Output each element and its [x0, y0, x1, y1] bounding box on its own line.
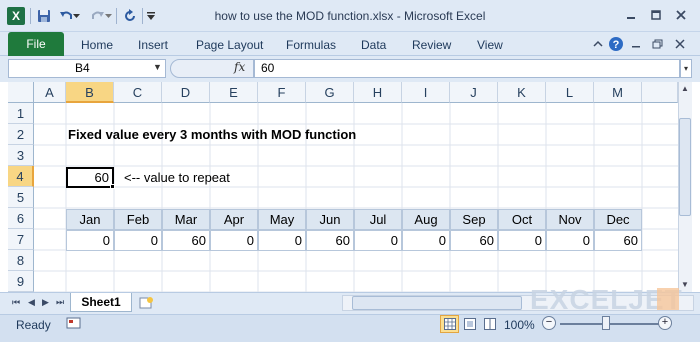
tab-page-layout[interactable]: Page Layout: [196, 38, 263, 52]
column-header-g[interactable]: G: [306, 82, 354, 103]
fill-handle[interactable]: [110, 184, 115, 189]
column-header-a[interactable]: A: [34, 82, 66, 103]
svg-text:?: ?: [613, 39, 620, 51]
select-all-corner[interactable]: [8, 82, 34, 103]
column-header-overflow[interactable]: [642, 82, 678, 103]
zoom-out-button[interactable]: −: [542, 316, 556, 330]
tab-data[interactable]: Data: [361, 38, 386, 52]
scroll-up-icon[interactable]: ▲: [679, 84, 691, 93]
name-box-dropdown-icon[interactable]: ▼: [153, 62, 163, 74]
next-sheet-icon[interactable]: ▶: [42, 297, 49, 308]
row-header-9[interactable]: 9: [8, 271, 34, 292]
page-break-view-icon[interactable]: [480, 315, 499, 333]
normal-view-icon[interactable]: [440, 315, 459, 333]
active-cell-b4[interactable]: 60: [66, 167, 114, 188]
horizontal-scroll-thumb[interactable]: [352, 296, 522, 310]
tab-file[interactable]: File: [8, 32, 64, 56]
value-cell-feb[interactable]: 0: [114, 230, 162, 251]
month-header-aug[interactable]: Aug: [402, 209, 450, 230]
exceljet-logo-icon: [657, 288, 679, 310]
zoom-slider-thumb[interactable]: [602, 316, 610, 330]
tab-insert[interactable]: Insert: [138, 38, 168, 52]
column-header-k[interactable]: K: [498, 82, 546, 103]
sheet-tab-sheet1[interactable]: Sheet1: [70, 293, 132, 312]
column-header-m[interactable]: M: [594, 82, 642, 103]
row-header-6[interactable]: 6: [8, 208, 34, 229]
row-header-7[interactable]: 7: [8, 229, 34, 250]
expand-formula-bar-icon[interactable]: ▾: [680, 59, 692, 78]
column-header-j[interactable]: J: [450, 82, 498, 103]
value-cell-mar[interactable]: 60: [162, 230, 210, 251]
minimize-icon[interactable]: [620, 6, 642, 24]
column-header-d[interactable]: D: [162, 82, 210, 103]
month-header-feb[interactable]: Feb: [114, 209, 162, 230]
column-header-c[interactable]: C: [114, 82, 162, 103]
last-sheet-icon[interactable]: ⏭: [56, 297, 64, 308]
first-sheet-icon[interactable]: ⏮: [12, 297, 20, 308]
status-ready: Ready: [16, 318, 51, 332]
name-box[interactable]: B4: [8, 59, 166, 78]
value-note: <-- value to repeat: [124, 170, 230, 185]
column-header-l[interactable]: L: [546, 82, 594, 103]
month-header-dec[interactable]: Dec: [594, 209, 642, 230]
value-cell-nov[interactable]: 0: [546, 230, 594, 251]
value-cell-apr[interactable]: 0: [210, 230, 258, 251]
tab-review[interactable]: Review: [412, 38, 451, 52]
column-header-b[interactable]: B: [66, 82, 114, 103]
row-header-5[interactable]: 5: [8, 187, 34, 208]
insert-function-icon[interactable]: fx: [234, 60, 245, 74]
page-layout-view-icon[interactable]: [460, 315, 479, 333]
zoom-slider[interactable]: [560, 323, 660, 325]
workbook-minimize-icon[interactable]: [628, 36, 644, 52]
macro-record-icon[interactable]: [66, 316, 82, 330]
month-header-may[interactable]: May: [258, 209, 306, 230]
column-header-f[interactable]: F: [258, 82, 306, 103]
row-header-8[interactable]: 8: [8, 250, 34, 271]
value-cell-may[interactable]: 0: [258, 230, 306, 251]
maximize-icon[interactable]: [645, 6, 667, 24]
month-header-mar[interactable]: Mar: [162, 209, 210, 230]
row-header-4[interactable]: 4: [8, 166, 34, 187]
row-header-3[interactable]: 3: [8, 145, 34, 166]
month-header-jan[interactable]: Jan: [66, 209, 114, 230]
worksheet-grid[interactable]: A B C D E F G H I J K L M 1 2 3 4 5 6 7 …: [8, 82, 678, 292]
sheet-title: Fixed value every 3 months with MOD func…: [68, 127, 357, 142]
zoom-level[interactable]: 100%: [504, 318, 535, 332]
restore-icon[interactable]: [650, 36, 666, 52]
value-cell-jun[interactable]: 60: [306, 230, 354, 251]
status-bar: [0, 314, 700, 342]
month-header-sep[interactable]: Sep: [450, 209, 498, 230]
row-header-1[interactable]: 1: [8, 103, 34, 124]
row-header-2[interactable]: 2: [8, 124, 34, 145]
ribbon-collapse-icon[interactable]: [590, 36, 606, 52]
month-header-oct[interactable]: Oct: [498, 209, 546, 230]
value-cell-sep[interactable]: 60: [450, 230, 498, 251]
tab-home[interactable]: Home: [81, 38, 113, 52]
zoom-in-button[interactable]: +: [658, 316, 672, 330]
insert-sheet-icon[interactable]: [138, 296, 154, 310]
value-cell-jan[interactable]: 0: [66, 230, 114, 251]
month-header-apr[interactable]: Apr: [210, 209, 258, 230]
vertical-scroll-thumb[interactable]: [679, 118, 691, 216]
close-icon[interactable]: [670, 6, 692, 24]
tab-view[interactable]: View: [477, 38, 503, 52]
month-header-nov[interactable]: Nov: [546, 209, 594, 230]
help-icon[interactable]: ?: [608, 36, 624, 52]
value-cell-oct[interactable]: 0: [498, 230, 546, 251]
column-header-e[interactable]: E: [210, 82, 258, 103]
month-header-jun[interactable]: Jun: [306, 209, 354, 230]
window-title: how to use the MOD function.xlsx - Micro…: [214, 9, 486, 23]
prev-sheet-icon[interactable]: ◀: [28, 297, 35, 308]
tab-formulas[interactable]: Formulas: [286, 38, 336, 52]
value-cell-jul[interactable]: 0: [354, 230, 402, 251]
value-cell-aug[interactable]: 0: [402, 230, 450, 251]
month-header-jul[interactable]: Jul: [354, 209, 402, 230]
value-cell-dec[interactable]: 60: [594, 230, 642, 251]
column-header-h[interactable]: H: [354, 82, 402, 103]
column-header-i[interactable]: I: [402, 82, 450, 103]
workbook-close-icon[interactable]: [672, 36, 688, 52]
formula-input[interactable]: 60: [254, 59, 680, 78]
